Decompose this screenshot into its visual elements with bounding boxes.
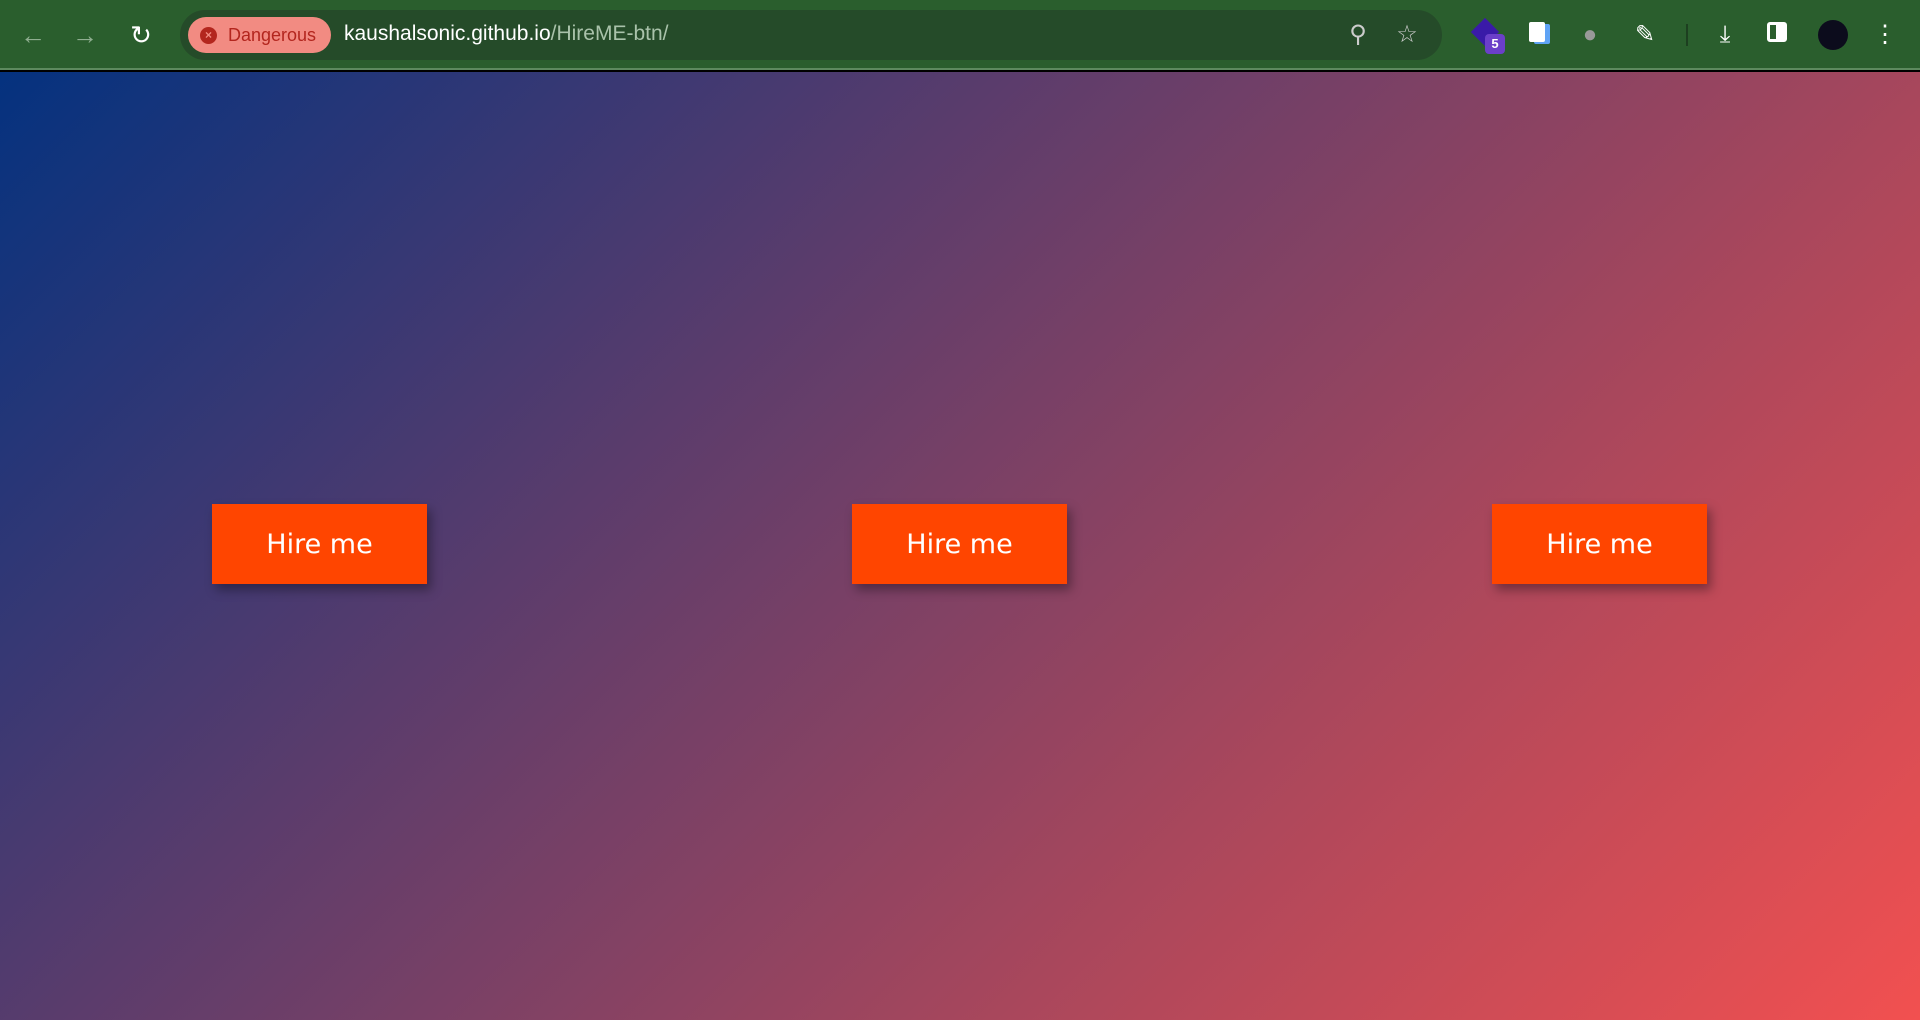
security-chip-label: Dangerous: [228, 25, 317, 45]
danger-icon: ×: [200, 27, 217, 44]
hire-me-button-2[interactable]: Hire me: [852, 504, 1067, 584]
url-path: /HireME-btn/: [550, 22, 669, 45]
address-bar[interactable]: × Dangerous kaushalsonic.github.io/HireM…: [180, 10, 1442, 60]
forward-icon[interactable]: →: [70, 20, 100, 50]
page-content: Hire me Hire me Hire me: [0, 72, 1920, 1020]
url-text[interactable]: kaushalsonic.github.io/HireME-btn/: [344, 22, 669, 46]
hire-me-button-3[interactable]: Hire me: [1492, 504, 1707, 584]
bug-extension-icon[interactable]: ●: [1575, 20, 1605, 50]
puzzle-icon[interactable]: ✎: [1630, 20, 1660, 50]
back-icon[interactable]: ←: [18, 20, 48, 50]
clipboard-extension-icon[interactable]: [1522, 20, 1552, 50]
browser-toolbar: ← → ↻ × Dangerous kaushalsonic.github.io…: [0, 0, 1920, 70]
star-icon[interactable]: ☆: [1392, 20, 1422, 50]
zoom-icon[interactable]: ⚲: [1343, 20, 1373, 50]
url-host: kaushalsonic.github.io: [344, 22, 551, 45]
hire-me-button-1[interactable]: Hire me: [212, 504, 427, 584]
extension-icon[interactable]: 5: [1470, 17, 1505, 54]
profile-avatar[interactable]: [1818, 20, 1848, 50]
download-icon[interactable]: ⤓: [1710, 20, 1740, 50]
toolbar-divider: [1686, 24, 1688, 46]
extension-badge: 5: [1485, 34, 1505, 54]
sidepanel-icon[interactable]: [1762, 20, 1792, 50]
menu-icon[interactable]: ⋮: [1870, 20, 1900, 50]
reload-icon[interactable]: ↻: [126, 20, 156, 50]
security-chip[interactable]: × Dangerous: [188, 17, 331, 53]
